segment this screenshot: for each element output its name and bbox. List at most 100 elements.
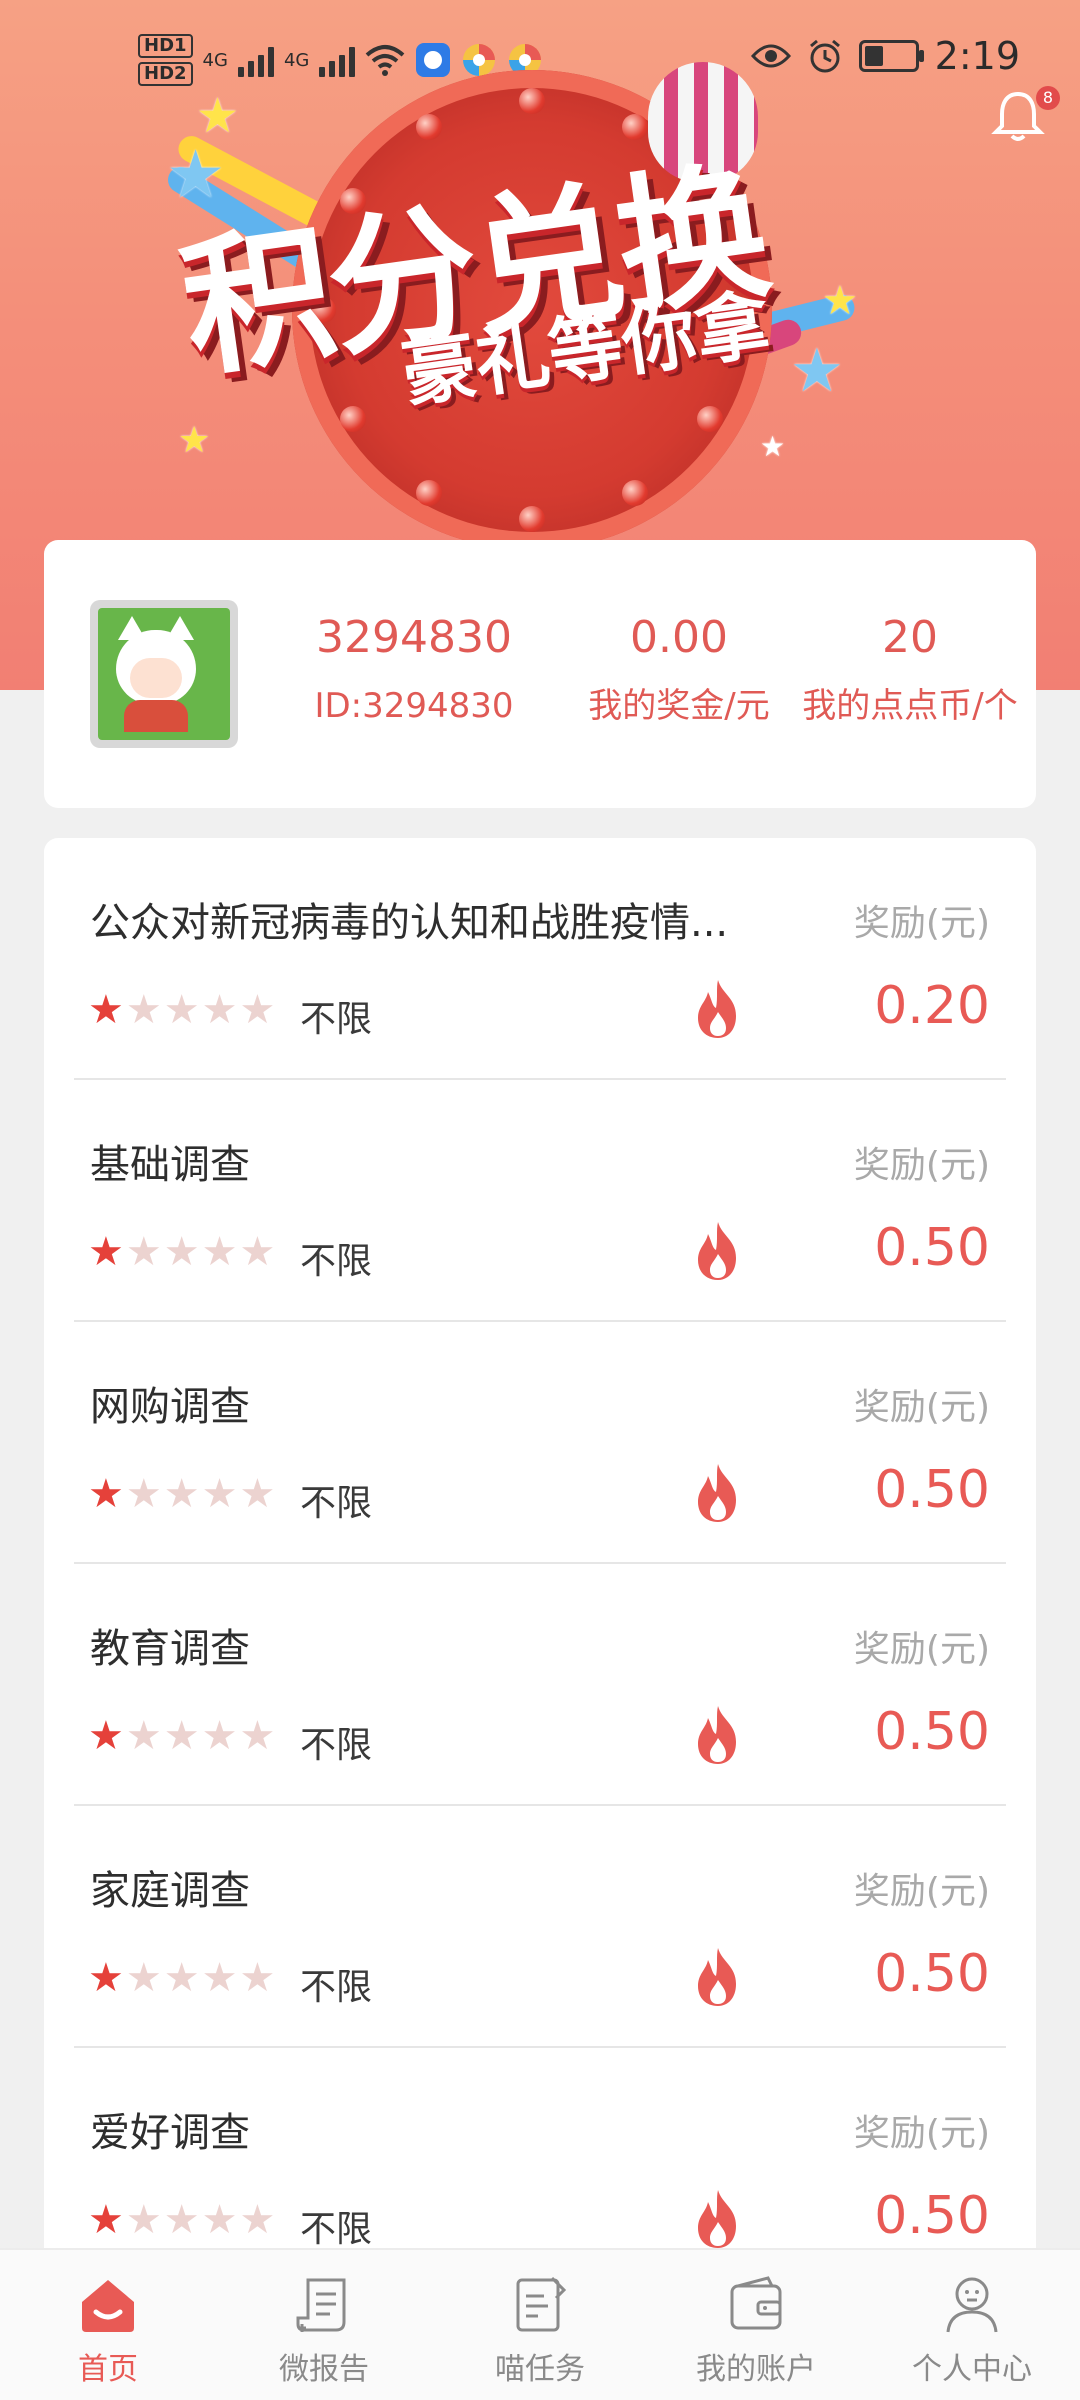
survey-title: 爱好调查 <box>90 2110 250 2156</box>
star-empty-icon: ★ <box>239 1713 276 1759</box>
hot-fire-icon <box>698 1948 736 2006</box>
nav-profile[interactable]: 个人中心 <box>872 2250 1072 2390</box>
survey-title: 教育调查 <box>90 1626 250 1672</box>
hot-fire-icon <box>698 1706 736 1764</box>
survey-item[interactable]: 公众对新冠病毒的认知和战胜疫情... 奖励(元) ★ ★ ★ ★ ★ 不限 0.20 <box>44 838 1036 1080</box>
notification-badge: 8 <box>1036 86 1060 110</box>
star-empty-icon: ★ <box>163 1713 200 1759</box>
star-decoration: ★ <box>822 278 858 324</box>
reward-amount: 0.20 <box>874 976 990 1036</box>
nav-label: 微报告 <box>279 2352 369 2387</box>
user-icon <box>946 2277 998 2333</box>
difficulty-rating: ★ ★ ★ ★ ★ <box>88 1474 275 1514</box>
reward-amount: 0.50 <box>874 1702 990 1762</box>
limit-text: 不限 <box>300 2209 373 2250</box>
signal-icon-2 <box>319 43 356 77</box>
nav-label: 个人中心 <box>912 2352 1032 2387</box>
survey-title: 网购调查 <box>90 1384 250 1430</box>
nav-label: 我的账户 <box>696 2352 816 2387</box>
survey-title: 家庭调查 <box>90 1868 250 1914</box>
star-empty-icon: ★ <box>239 1955 276 2001</box>
eye-icon <box>750 44 791 68</box>
profile-card: 3294830 ID:3294830 0.00 我的奖金/元 20 我的点点币/… <box>44 540 1036 808</box>
star-empty-icon: ★ <box>125 1955 162 2001</box>
signal-icon <box>237 43 274 77</box>
star-empty-icon: ★ <box>239 987 276 1033</box>
app-notification-icon <box>416 43 451 77</box>
limit-text: 不限 <box>300 1483 373 1524</box>
network-type-1: 4G <box>202 49 228 71</box>
hot-fire-icon <box>698 980 736 1038</box>
star-filled-icon: ★ <box>88 2197 124 2243</box>
star-empty-icon: ★ <box>163 987 200 1033</box>
survey-item[interactable]: 教育调查 奖励(元) ★ ★ ★ ★ ★ 不限 0.50 <box>44 1564 1036 1806</box>
survey-item[interactable]: 网购调查 奖励(元) ★ ★ ★ ★ ★ 不限 0.50 <box>44 1322 1036 1564</box>
star-empty-icon: ★ <box>125 1229 162 1275</box>
survey-item[interactable]: 基础调查 奖励(元) ★ ★ ★ ★ ★ 不限 0.50 <box>44 1080 1036 1322</box>
nav-label: 喵任务 <box>495 2352 585 2387</box>
star-empty-icon: ★ <box>201 1955 238 2001</box>
difficulty-rating: ★ ★ ★ ★ ★ <box>88 990 275 1030</box>
avatar[interactable] <box>90 600 238 748</box>
nav-task[interactable]: 喵任务 <box>440 2250 640 2390</box>
reward-label: 奖励(元) <box>853 1629 990 1670</box>
reward-amount: 0.50 <box>874 1460 990 1520</box>
wallet-icon <box>730 2276 782 2330</box>
star-empty-icon: ★ <box>201 1471 238 1517</box>
star-filled-icon: ★ <box>88 1955 124 2001</box>
nav-report[interactable]: 微报告 <box>224 2250 424 2390</box>
survey-title: 基础调查 <box>90 1142 250 1188</box>
reward-amount: 0.50 <box>874 1218 990 1278</box>
battery-icon <box>858 40 924 72</box>
reward-amount: 0.50 <box>874 1944 990 2004</box>
hd2-indicator: HD2 <box>138 62 193 86</box>
limit-text: 不限 <box>300 1967 373 2008</box>
reward-label: 奖励(元) <box>853 1871 990 1912</box>
star-empty-icon: ★ <box>125 1471 162 1517</box>
status-right: 2:19 <box>750 34 1020 78</box>
reward-label: 奖励(元) <box>853 2113 990 2154</box>
star-empty-icon: ★ <box>163 1229 200 1275</box>
difficulty-rating: ★ ★ ★ ★ ★ <box>88 1716 275 1756</box>
limit-text: 不限 <box>300 999 373 1040</box>
star-empty-icon: ★ <box>163 1471 200 1517</box>
survey-list: 公众对新冠病毒的认知和战胜疫情... 奖励(元) ★ ★ ★ ★ ★ 不限 0.20 基础调查 奖励… <box>44 838 1036 2400</box>
nav-home[interactable]: 首页 <box>8 2250 208 2390</box>
star-empty-icon: ★ <box>239 1471 276 1517</box>
nav-account[interactable]: 我的账户 <box>656 2250 856 2390</box>
star-filled-icon: ★ <box>88 987 124 1033</box>
clock: 2:19 <box>934 34 1020 78</box>
alarm-icon <box>809 39 840 73</box>
star-empty-icon: ★ <box>163 2197 200 2243</box>
star-empty-icon: ★ <box>201 1713 238 1759</box>
task-icon <box>516 2276 567 2332</box>
network-type-2: 4G <box>283 49 310 71</box>
star-filled-icon: ★ <box>88 1229 124 1275</box>
star-filled-icon: ★ <box>88 1713 124 1759</box>
user-stat: 3294830 ID:3294830 <box>264 608 564 730</box>
report-icon <box>296 2278 346 2332</box>
star-decoration: ★ <box>760 430 786 463</box>
coins-stat[interactable]: 20 我的点点币/个 <box>780 608 1040 730</box>
reward-label: 奖励(元) <box>853 1145 990 1186</box>
nav-label: 首页 <box>78 2352 138 2387</box>
difficulty-rating: ★ ★ ★ ★ ★ <box>88 1958 275 1998</box>
reward-amount: 0.50 <box>874 2186 990 2246</box>
survey-item[interactable]: 家庭调查 奖励(元) ★ ★ ★ ★ ★ 不限 0.50 <box>44 1806 1036 2048</box>
app-screen: HD1 HD2 4G 4G 2:19 8 ★ ★ ★ ★ ★ ★ 积分兑换 豪礼… <box>0 0 1080 2400</box>
star-empty-icon: ★ <box>125 987 162 1033</box>
star-empty-icon: ★ <box>201 987 238 1033</box>
star-decoration: ★ <box>790 336 844 406</box>
difficulty-rating: ★ ★ ★ ★ ★ <box>88 2200 275 2240</box>
star-empty-icon: ★ <box>239 2197 276 2243</box>
difficulty-rating: ★ ★ ★ ★ ★ <box>88 1232 275 1272</box>
hot-fire-icon <box>698 1464 736 1522</box>
star-empty-icon: ★ <box>125 1713 162 1759</box>
star-empty-icon: ★ <box>201 1229 238 1275</box>
star-empty-icon: ★ <box>239 1229 276 1275</box>
user-id: ID:3294830 <box>314 686 514 726</box>
reward-label: 奖励(元) <box>853 903 990 944</box>
star-empty-icon: ★ <box>125 2197 162 2243</box>
star-empty-icon: ★ <box>201 2197 238 2243</box>
hd1-indicator: HD1 <box>138 34 193 58</box>
